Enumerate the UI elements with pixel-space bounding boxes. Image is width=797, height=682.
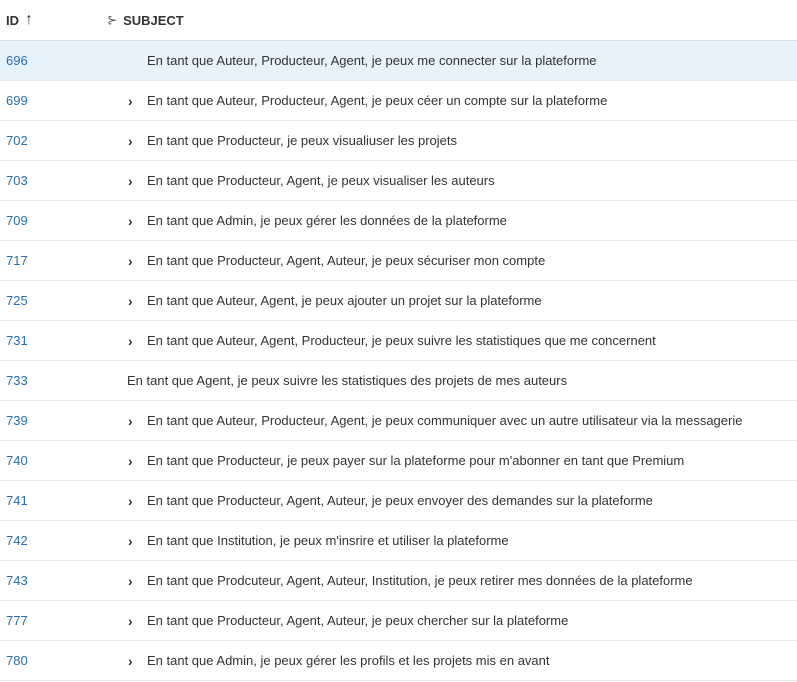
table-row[interactable]: 780 › En tant que Admin, je peux gérer les… (0, 641, 797, 681)
table-row[interactable]: 725 › En tant que Auteur, Agent, je peux a… (0, 281, 797, 321)
issue-subject[interactable]: En tant que Producteur, je peux visualiu… (147, 121, 457, 160)
hierarchy-icon: ⊱ (107, 13, 118, 27)
table-row[interactable]: 777 › En tant que Producteur, Agent, Auteu… (0, 601, 797, 641)
subject-column-header[interactable]: ⊱ SUBJECT (107, 0, 184, 40)
expand-chevron-icon[interactable]: › (128, 81, 133, 120)
table-row[interactable]: 740 › En tant que Producteur, je peux paye… (0, 441, 797, 481)
expand-chevron-icon[interactable]: › (128, 321, 133, 360)
id-header-label: ID (6, 12, 19, 28)
subject-header-label: SUBJECT (123, 12, 184, 28)
expand-chevron-icon[interactable]: › (128, 601, 133, 640)
issue-subject[interactable]: En tant que Auteur, Producteur, Agent, j… (147, 401, 742, 440)
issue-id-link[interactable]: 703 (6, 161, 28, 200)
table-row[interactable]: 741 › En tant que Producteur, Agent, Auteu… (0, 481, 797, 521)
issues-table: ID ↑ ⊱ SUBJECT 696 En tant que Auteur, Pr… (0, 0, 797, 681)
expand-chevron-icon[interactable]: › (128, 161, 133, 200)
issue-id-link[interactable]: 742 (6, 521, 28, 560)
table-row[interactable]: 733 En tant que Agent, je peux suivre les… (0, 361, 797, 401)
issue-subject[interactable]: En tant que Institution, je peux m'insri… (147, 521, 509, 560)
issue-subject[interactable]: En tant que Producteur, Agent, Auteur, j… (147, 481, 653, 520)
table-row[interactable]: 731 › En tant que Auteur, Agent, Producteu… (0, 321, 797, 361)
issue-subject[interactable]: En tant que Admin, je peux gérer les pro… (147, 641, 550, 680)
expand-chevron-icon[interactable]: › (128, 241, 133, 280)
expand-chevron-icon[interactable]: › (128, 121, 133, 160)
issue-subject[interactable]: En tant que Auteur, Agent, Producteur, j… (147, 321, 656, 360)
issue-id-link[interactable]: 740 (6, 441, 28, 480)
issue-subject[interactable]: En tant que Agent, je peux suivre les st… (127, 361, 567, 400)
expand-chevron-icon[interactable]: › (128, 561, 133, 600)
issue-id-link[interactable]: 731 (6, 321, 28, 360)
table-row[interactable]: 703 › En tant que Producteur, Agent, je pe… (0, 161, 797, 201)
expand-chevron-icon[interactable]: › (128, 441, 133, 480)
issue-subject[interactable]: En tant que Auteur, Producteur, Agent, j… (147, 41, 597, 80)
issue-id-link[interactable]: 717 (6, 241, 28, 280)
expand-chevron-icon[interactable]: › (128, 201, 133, 240)
issue-subject[interactable]: En tant que Producteur, Agent, je peux v… (147, 161, 495, 200)
issue-id-link[interactable]: 777 (6, 601, 28, 640)
id-column-header[interactable]: ID ↑ (6, 0, 33, 40)
issue-id-link[interactable]: 702 (6, 121, 28, 160)
table-header: ID ↑ ⊱ SUBJECT (0, 0, 797, 41)
table-body: 696 En tant que Auteur, Producteur, Agent… (0, 41, 797, 681)
table-row[interactable]: 742 › En tant que Institution, je peux m'i… (0, 521, 797, 561)
sort-ascending-icon[interactable]: ↑ (25, 12, 33, 28)
issue-id-link[interactable]: 780 (6, 641, 28, 680)
expand-chevron-icon[interactable]: › (128, 521, 133, 560)
expand-chevron-icon[interactable]: › (128, 481, 133, 520)
expand-chevron-icon[interactable]: › (128, 281, 133, 320)
issue-id-link[interactable]: 699 (6, 81, 28, 120)
issue-id-link[interactable]: 739 (6, 401, 28, 440)
issue-subject[interactable]: En tant que Producteur, Agent, Auteur, j… (147, 601, 568, 640)
issue-id-link[interactable]: 696 (6, 41, 28, 80)
issue-subject[interactable]: En tant que Producteur, Agent, Auteur, j… (147, 241, 545, 280)
expand-chevron-icon[interactable]: › (128, 641, 133, 680)
table-row[interactable]: 717 › En tant que Producteur, Agent, Auteu… (0, 241, 797, 281)
issue-subject[interactable]: En tant que Producteur, je peux payer su… (147, 441, 684, 480)
issue-subject[interactable]: En tant que Auteur, Agent, je peux ajout… (147, 281, 542, 320)
table-row[interactable]: 739 › En tant que Auteur, Producteur, Agen… (0, 401, 797, 441)
issue-id-link[interactable]: 733 (6, 361, 28, 400)
issue-id-link[interactable]: 725 (6, 281, 28, 320)
issue-subject[interactable]: En tant que Auteur, Producteur, Agent, j… (147, 81, 607, 120)
expand-chevron-icon[interactable]: › (128, 401, 133, 440)
table-row[interactable]: 709 › En tant que Admin, je peux gérer les… (0, 201, 797, 241)
table-row[interactable]: 743 › En tant que Prodcuteur, Agent, Auteu… (0, 561, 797, 601)
issue-id-link[interactable]: 743 (6, 561, 28, 600)
issue-subject[interactable]: En tant que Admin, je peux gérer les don… (147, 201, 507, 240)
table-row[interactable]: 702 › En tant que Producteur, je peux visu… (0, 121, 797, 161)
issue-id-link[interactable]: 709 (6, 201, 28, 240)
table-row[interactable]: 696 En tant que Auteur, Producteur, Agent… (0, 41, 797, 81)
issue-subject[interactable]: En tant que Prodcuteur, Agent, Auteur, I… (147, 561, 693, 600)
table-row[interactable]: 699 › En tant que Auteur, Producteur, Agen… (0, 81, 797, 121)
issue-id-link[interactable]: 741 (6, 481, 28, 520)
